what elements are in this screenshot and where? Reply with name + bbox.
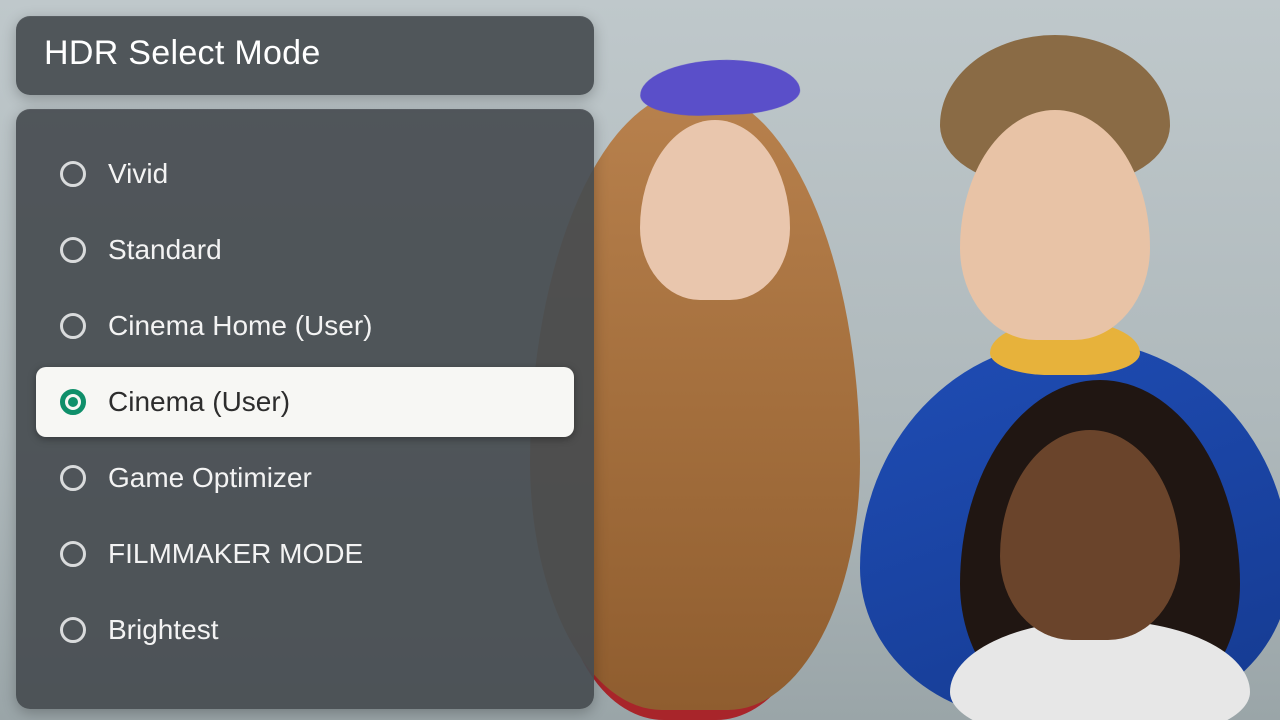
option-label: Brightest	[108, 614, 219, 646]
option-label: FILMMAKER MODE	[108, 538, 363, 570]
radio-icon	[60, 237, 86, 263]
radio-icon	[60, 161, 86, 187]
option-label: Standard	[108, 234, 222, 266]
option-cinema-home-user[interactable]: Cinema Home (User)	[36, 291, 574, 361]
radio-icon	[60, 465, 86, 491]
radio-selected-icon	[60, 389, 86, 415]
option-standard[interactable]: Standard	[36, 215, 574, 285]
panel-title: HDR Select Mode	[16, 16, 594, 95]
settings-panel: HDR Select Mode Vivid Standard Cinema Ho…	[16, 16, 594, 709]
bg-person-1-headband	[639, 57, 801, 118]
radio-icon	[60, 313, 86, 339]
option-vivid[interactable]: Vivid	[36, 139, 574, 209]
option-label: Game Optimizer	[108, 462, 312, 494]
option-brightest[interactable]: Brightest	[36, 595, 574, 665]
options-list: Vivid Standard Cinema Home (User) Cinema…	[16, 109, 594, 709]
radio-icon	[60, 617, 86, 643]
option-label: Vivid	[108, 158, 168, 190]
option-label: Cinema Home (User)	[108, 310, 373, 342]
radio-icon	[60, 541, 86, 567]
option-label: Cinema (User)	[108, 386, 290, 418]
option-filmmaker-mode[interactable]: FILMMAKER MODE	[36, 519, 574, 589]
option-game-optimizer[interactable]: Game Optimizer	[36, 443, 574, 513]
option-cinema-user[interactable]: Cinema (User)	[36, 367, 574, 437]
